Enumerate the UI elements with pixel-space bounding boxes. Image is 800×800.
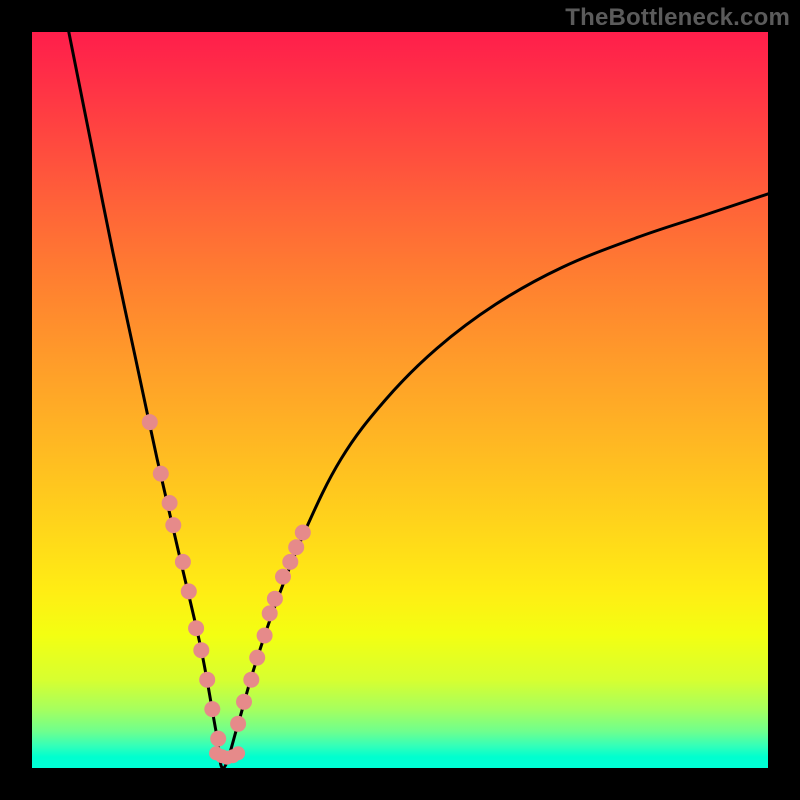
highlight-dot (262, 605, 278, 621)
chart-frame: TheBottleneck.com (0, 0, 800, 800)
highlight-dot (193, 642, 209, 658)
highlight-dot (295, 525, 311, 541)
highlight-dot (275, 569, 291, 585)
highlight-dot (204, 701, 220, 717)
bottleneck-curve (69, 32, 768, 768)
highlight-dot (230, 716, 246, 732)
highlight-dot (181, 583, 197, 599)
highlight-dot (210, 731, 226, 747)
highlight-dot (188, 620, 204, 636)
watermark-text: TheBottleneck.com (565, 4, 790, 32)
highlight-dots (142, 414, 311, 765)
highlight-dot (165, 517, 181, 533)
highlight-dot (267, 591, 283, 607)
highlight-dot (257, 628, 273, 644)
highlight-dot (236, 694, 252, 710)
highlight-dot (175, 554, 191, 570)
highlight-dot (282, 554, 298, 570)
highlight-dot (142, 414, 158, 430)
highlight-dot (249, 650, 265, 666)
highlight-dot (231, 746, 245, 760)
chart-svg (32, 32, 768, 768)
highlight-dot (288, 539, 304, 555)
highlight-dot (162, 495, 178, 511)
highlight-dot (243, 672, 259, 688)
plot-area (32, 32, 768, 768)
highlight-dot (153, 466, 169, 482)
highlight-dot (199, 672, 215, 688)
